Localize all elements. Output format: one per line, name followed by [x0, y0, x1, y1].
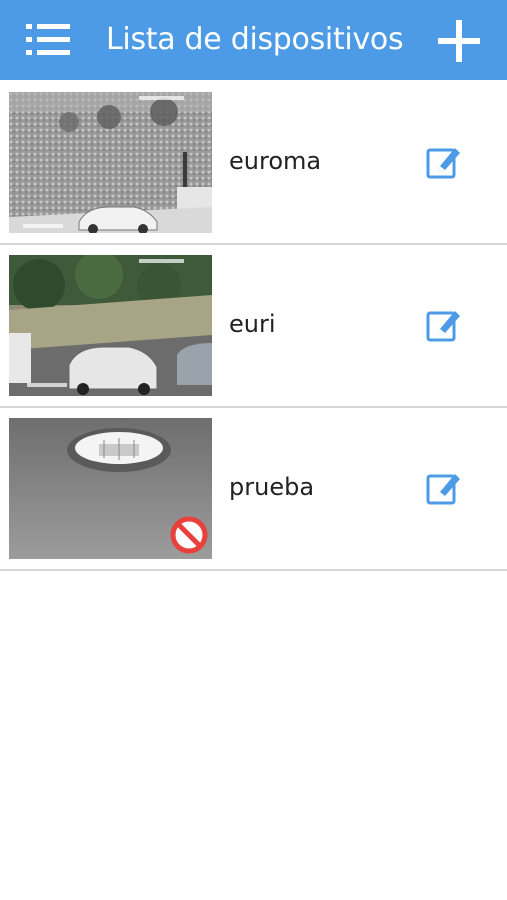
add-device-button[interactable] — [438, 20, 480, 62]
top-app-bar: Lista de dispositivos — [0, 0, 507, 80]
list-item[interactable]: euroma — [0, 82, 507, 245]
edit-button[interactable] — [426, 144, 462, 180]
edit-icon — [426, 474, 460, 505]
edit-icon — [426, 148, 460, 179]
edit-button[interactable] — [426, 307, 462, 343]
device-name: prueba — [229, 473, 315, 501]
device-name: euroma — [229, 147, 322, 175]
page-title: Lista de dispositivos — [106, 22, 404, 57]
device-list: euroma euri prueba — [0, 82, 507, 571]
menu-button[interactable] — [26, 22, 72, 58]
device-name: euri — [229, 310, 276, 338]
no-entry-icon — [170, 516, 208, 554]
list-item[interactable]: prueba — [0, 408, 507, 571]
edit-button[interactable] — [426, 470, 462, 506]
camera-thumbnail[interactable] — [9, 255, 212, 396]
edit-icon — [426, 311, 460, 342]
menu-list-icon — [26, 24, 70, 55]
device-list-screen: Lista de dispositivos euroma euri prueba — [0, 0, 507, 900]
plus-icon — [438, 20, 480, 62]
camera-thumbnail[interactable] — [9, 92, 212, 233]
camera-thumbnail[interactable] — [9, 418, 212, 559]
list-item[interactable]: euri — [0, 245, 507, 408]
